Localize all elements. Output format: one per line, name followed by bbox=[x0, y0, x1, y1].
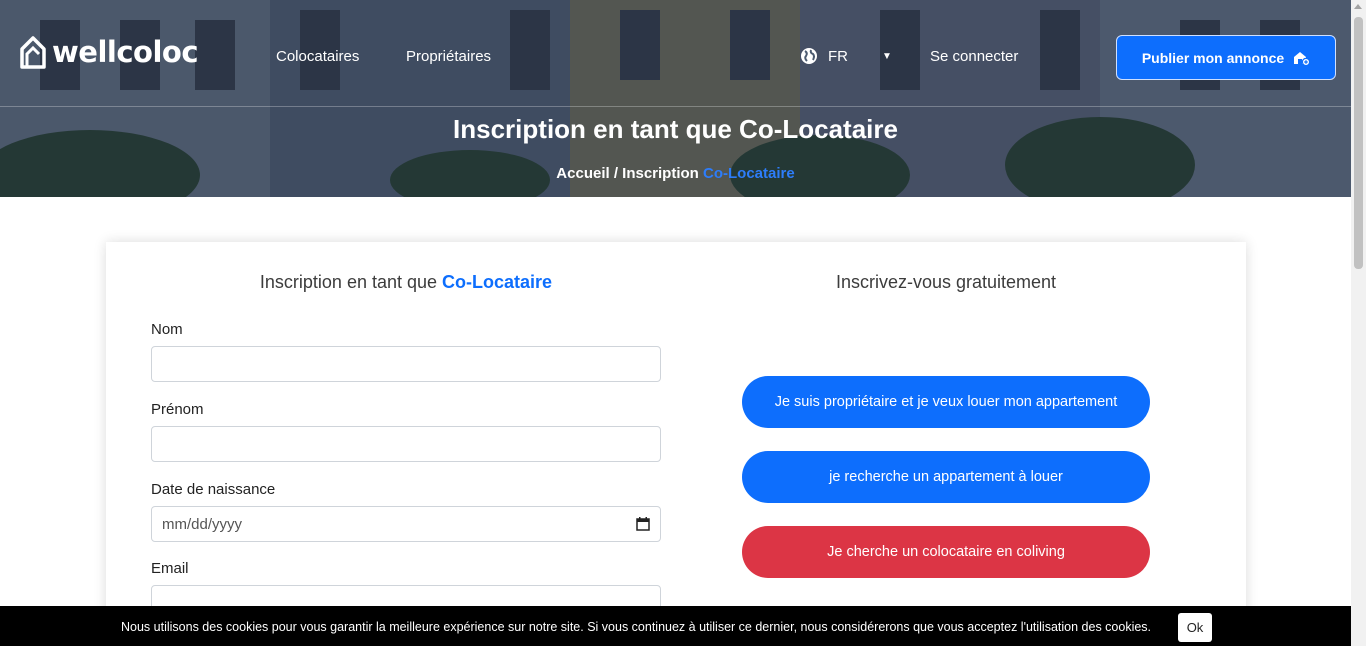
calendar-icon[interactable] bbox=[636, 517, 650, 531]
publish-button-label: Publier mon annonce bbox=[1141, 49, 1285, 66]
form-title-highlight: Co-Locataire bbox=[442, 272, 553, 292]
birthdate-placeholder: mm/dd/yyyy bbox=[162, 515, 243, 533]
page-title: Inscription en tant que Co-Locataire bbox=[453, 114, 898, 144]
caret-down-icon: ▼ bbox=[882, 50, 892, 62]
nom-input[interactable] bbox=[151, 346, 661, 382]
breadcrumb: Accueil / Inscription Co-Locataire bbox=[0, 165, 1351, 182]
birthdate-label: Date de naissance bbox=[151, 481, 276, 498]
nom-label: Nom bbox=[151, 321, 183, 338]
scroll-up-arrow-icon[interactable] bbox=[1354, 4, 1362, 9]
house-logo-icon bbox=[20, 36, 46, 69]
nav-link-proprietaires[interactable]: Propriétaires bbox=[406, 48, 491, 65]
form-title: Inscription en tant que Co-Locataire bbox=[151, 272, 661, 293]
birthdate-input[interactable]: mm/dd/yyyy bbox=[151, 506, 661, 542]
signup-title: Inscrivez-vous gratuitement bbox=[835, 272, 1057, 292]
prenom-label: Prénom bbox=[151, 401, 204, 418]
publish-listing-button[interactable]: Publier mon annonce bbox=[1116, 35, 1336, 80]
nav-link-colocataires[interactable]: Colocataires bbox=[276, 48, 359, 65]
prenom-input[interactable] bbox=[151, 426, 661, 462]
coliving-search-button[interactable]: Je cherche un colocataire en coliving bbox=[742, 526, 1150, 578]
add-home-icon bbox=[1294, 51, 1311, 66]
breadcrumb-path[interactable]: Accueil / Inscription bbox=[556, 165, 699, 182]
form-title-prefix: Inscription en tant que bbox=[259, 272, 438, 292]
cookie-banner: Nous utilisons des cookies pour vous gar… bbox=[0, 606, 1351, 646]
cookie-message: Nous utilisons des cookies pour vous gar… bbox=[121, 620, 1152, 634]
email-label: Email bbox=[151, 560, 189, 577]
header-divider bbox=[0, 106, 1351, 107]
language-selector[interactable]: FR ▼ bbox=[800, 47, 892, 65]
registration-card: Inscription en tant que Co-Locataire Nom… bbox=[106, 242, 1246, 646]
hero-banner: wellcoloc Colocataires Propriétaires FR … bbox=[0, 0, 1351, 197]
page-scrollbar[interactable] bbox=[1351, 0, 1366, 646]
language-code: FR bbox=[828, 47, 848, 65]
globe-icon bbox=[801, 48, 817, 64]
login-link[interactable]: Se connecter bbox=[930, 48, 1018, 65]
owner-signup-button[interactable]: Je suis propriétaire et je veux louer mo… bbox=[742, 376, 1150, 428]
breadcrumb-current: Co-Locataire bbox=[703, 165, 795, 182]
scrollbar-thumb[interactable] bbox=[1354, 17, 1363, 269]
logo[interactable]: wellcoloc bbox=[18, 34, 199, 70]
apartment-search-button[interactable]: je recherche un appartement à louer bbox=[742, 451, 1150, 503]
logo-text: wellcoloc bbox=[52, 35, 199, 69]
cookie-ok-button[interactable]: Ok bbox=[1178, 613, 1212, 642]
